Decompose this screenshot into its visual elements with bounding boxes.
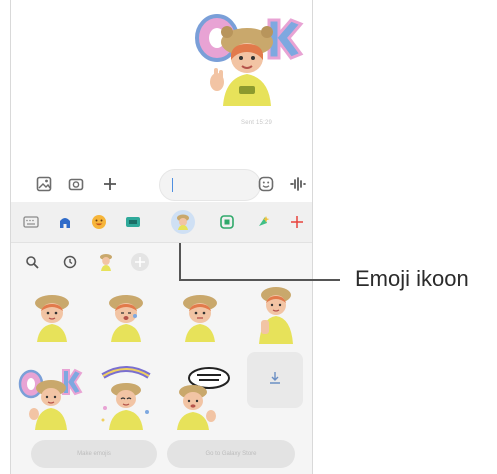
- gif-icon[interactable]: [215, 210, 239, 234]
- make-emojis-button[interactable]: Make emojis: [31, 440, 157, 468]
- emoji-face-icon[interactable]: [87, 210, 111, 234]
- avatar-sticker-3[interactable]: [171, 286, 229, 344]
- sticker-tab-bar: [11, 202, 312, 243]
- avatar-sticker-2[interactable]: [97, 286, 155, 344]
- avatar-icon[interactable]: [95, 251, 117, 273]
- emoji-icon[interactable]: [255, 173, 277, 195]
- phone-screen: Sent 15:29 Make emojis Go to Galaxy Stor…: [10, 0, 313, 474]
- search-icon[interactable]: [21, 251, 43, 273]
- sticker-pack-icon[interactable]: [121, 210, 145, 234]
- sent-sticker[interactable]: [187, 8, 305, 120]
- message-composer: [25, 167, 309, 201]
- download-more-stickers-tile[interactable]: [247, 352, 303, 408]
- sticker-panel: Make emojis Go to Galaxy Store: [11, 202, 312, 474]
- voice-icon[interactable]: [287, 173, 309, 195]
- avatar-sticker-ok[interactable]: [17, 364, 83, 430]
- callout-line-horizontal: [179, 279, 340, 281]
- sent-time: Sent 15:29: [241, 120, 273, 126]
- message-input[interactable]: [159, 169, 261, 201]
- avatar-sticker-4[interactable]: [247, 280, 305, 344]
- ar-emoji-icon[interactable]: [171, 210, 195, 234]
- keyboard-icon[interactable]: [19, 210, 43, 234]
- avatar-sticker-1[interactable]: [23, 286, 81, 344]
- callout-line-vertical: [179, 243, 181, 280]
- gallery-icon[interactable]: [33, 173, 55, 195]
- avatar-sticker-speech[interactable]: [169, 364, 235, 430]
- add-avatar-icon[interactable]: [129, 251, 151, 273]
- home-icon[interactable]: [53, 210, 77, 234]
- add-sticker-icon[interactable]: [285, 210, 309, 234]
- avatar-sticker-thanks[interactable]: [93, 364, 159, 430]
- recent-icon[interactable]: [59, 251, 81, 273]
- go-to-store-button[interactable]: Go to Galaxy Store: [167, 440, 295, 468]
- camera-icon[interactable]: [65, 173, 87, 195]
- sparkle-sticker-icon[interactable]: [251, 210, 275, 234]
- text-caret: [172, 178, 173, 192]
- sticker-sub-bar: [11, 243, 312, 283]
- plus-icon[interactable]: [99, 173, 121, 195]
- download-icon: [268, 371, 282, 390]
- callout-label: Emoji ikoon: [355, 266, 469, 291]
